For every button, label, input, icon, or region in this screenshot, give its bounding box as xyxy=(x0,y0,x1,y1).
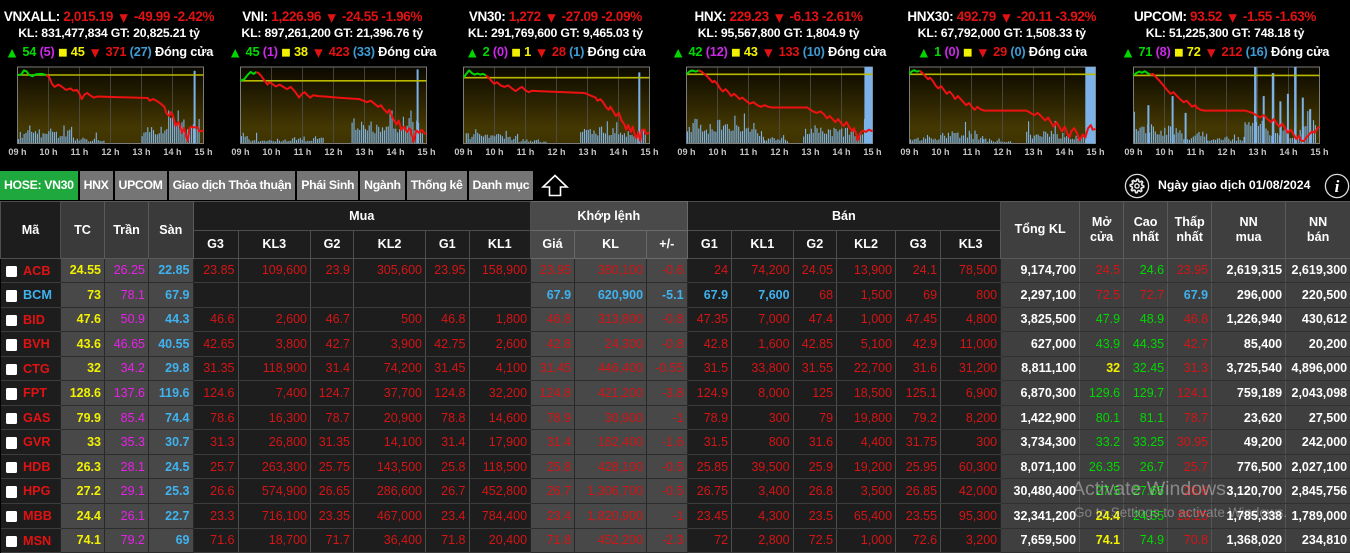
svg-text:14 h: 14 h xyxy=(609,147,627,157)
svg-text:15 h: 15 h xyxy=(863,147,881,157)
svg-text:09 h: 09 h xyxy=(677,147,695,157)
svg-text:10 h: 10 h xyxy=(39,147,57,157)
svg-text:15 h: 15 h xyxy=(417,147,435,157)
svg-text:11 h: 11 h xyxy=(1186,147,1204,157)
svg-text:10 h: 10 h xyxy=(708,147,726,157)
svg-text:12 h: 12 h xyxy=(547,147,565,157)
svg-text:14 h: 14 h xyxy=(386,147,404,157)
svg-text:13 h: 13 h xyxy=(132,147,150,157)
svg-text:11 h: 11 h xyxy=(517,147,535,157)
svg-text:11 h: 11 h xyxy=(963,147,981,157)
svg-text:12 h: 12 h xyxy=(770,147,788,157)
svg-text:10 h: 10 h xyxy=(262,147,280,157)
svg-text:i: i xyxy=(1335,177,1340,196)
svg-text:11 h: 11 h xyxy=(293,147,311,157)
svg-text:14 h: 14 h xyxy=(1056,147,1074,157)
svg-text:15 h: 15 h xyxy=(194,147,212,157)
svg-text:14 h: 14 h xyxy=(832,147,850,157)
svg-text:12 h: 12 h xyxy=(994,147,1012,157)
svg-text:13 h: 13 h xyxy=(1248,147,1266,157)
svg-text:15 h: 15 h xyxy=(640,147,658,157)
svg-text:10 h: 10 h xyxy=(1155,147,1173,157)
svg-text:11 h: 11 h xyxy=(70,147,88,157)
svg-text:09 h: 09 h xyxy=(8,147,26,157)
svg-text:12 h: 12 h xyxy=(101,147,119,157)
svg-text:13 h: 13 h xyxy=(1025,147,1043,157)
svg-text:09 h: 09 h xyxy=(454,147,472,157)
svg-text:12 h: 12 h xyxy=(1217,147,1235,157)
svg-text:09 h: 09 h xyxy=(231,147,249,157)
svg-text:13 h: 13 h xyxy=(578,147,596,157)
svg-text:09 h: 09 h xyxy=(901,147,919,157)
svg-text:10 h: 10 h xyxy=(485,147,503,157)
svg-text:11 h: 11 h xyxy=(740,147,758,157)
svg-text:13 h: 13 h xyxy=(355,147,373,157)
svg-text:10 h: 10 h xyxy=(932,147,950,157)
svg-text:15 h: 15 h xyxy=(1087,147,1105,157)
svg-text:15 h: 15 h xyxy=(1310,147,1328,157)
svg-text:13 h: 13 h xyxy=(801,147,819,157)
svg-text:09 h: 09 h xyxy=(1124,147,1142,157)
svg-text:14 h: 14 h xyxy=(1279,147,1297,157)
svg-text:14 h: 14 h xyxy=(163,147,181,157)
svg-text:12 h: 12 h xyxy=(324,147,342,157)
